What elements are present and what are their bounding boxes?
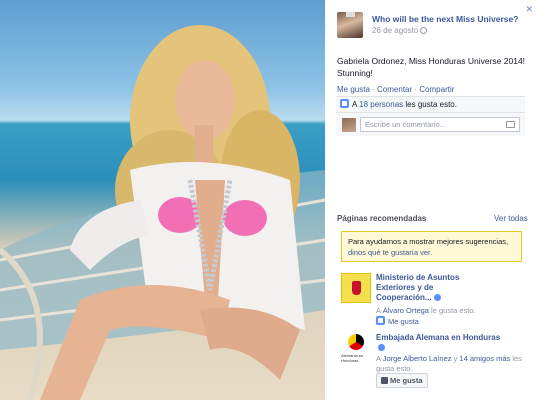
- like-link[interactable]: Me gusta: [337, 85, 370, 94]
- friends-suffix: le gusta esto.: [428, 306, 476, 315]
- post-date-text[interactable]: 26 de agosto: [372, 26, 418, 35]
- camera-icon[interactable]: [506, 121, 515, 128]
- comment-link[interactable]: Comentar: [377, 85, 412, 94]
- friends-more-link[interactable]: 14 amigos más: [459, 354, 510, 363]
- page-like-label[interactable]: Me gusta: [388, 317, 419, 326]
- page-avatar[interactable]: [337, 12, 363, 38]
- page-name[interactable]: Ministerio de Asuntos Exteriores y de Co…: [376, 273, 486, 303]
- page-friends-text: A Jorge Alberto Laínez y 14 amigos más l…: [376, 354, 526, 374]
- page-logo[interactable]: Alemania en Honduras: [341, 333, 371, 363]
- page-logo[interactable]: [341, 273, 371, 303]
- see-all-link[interactable]: Ver todas: [494, 214, 528, 223]
- friends-prefix: A: [376, 306, 383, 315]
- post-photo[interactable]: [0, 0, 325, 400]
- friend-link[interactable]: Jorge Alberto Laínez: [383, 354, 452, 363]
- friends-prefix: A: [376, 354, 383, 363]
- page-like-button[interactable]: Me gusta: [376, 373, 428, 388]
- comment-row: Escribe un comentario...: [336, 112, 525, 136]
- photo-illustration: [0, 25, 325, 400]
- globe-icon: [420, 27, 428, 34]
- suggestions-notice: Para ayudarnos a mostrar mejores sugeren…: [341, 231, 522, 262]
- page-friends-text: A Álvaro Ortega le gusta esto.: [376, 306, 526, 315]
- user-avatar: [342, 118, 356, 132]
- page-name-link[interactable]: Who will be the next Miss Universe?: [372, 14, 539, 24]
- friend-link[interactable]: Álvaro Ortega: [383, 306, 429, 315]
- post-date[interactable]: 26 de agosto: [372, 26, 428, 35]
- page-name-text[interactable]: Embajada Alemana en Honduras: [376, 333, 500, 342]
- like-thumb-icon: [340, 99, 349, 108]
- verified-icon: [378, 344, 385, 351]
- page-like-link[interactable]: Me gusta: [376, 316, 419, 326]
- like-thumb-icon: [381, 377, 388, 384]
- page-name[interactable]: Embajada Alemana en Honduras: [376, 333, 506, 353]
- logo-text: Alemania en Honduras: [341, 353, 364, 363]
- likes-count-link[interactable]: 18 personas: [359, 100, 403, 109]
- like-thumb-icon: [376, 316, 385, 325]
- flag-circle-icon: [348, 334, 364, 350]
- likes-comments-box: A 18 personas les gusta esto. Escribe un…: [336, 96, 525, 136]
- notice-link[interactable]: dinos qué te gustaría ver.: [348, 248, 432, 257]
- notice-text: Para ayudarnos a mostrar mejores sugeren…: [348, 237, 509, 246]
- post-actions: Me gusta · Comentar · Compartir: [337, 85, 454, 94]
- page-like-button-label: Me gusta: [390, 376, 423, 385]
- recommended-pages-title: Páginas recomendadas: [337, 214, 427, 223]
- page-name-text[interactable]: Ministerio de Asuntos Exteriores y de Co…: [376, 273, 459, 302]
- post-text: Gabriela Ordonez, Miss Honduras Universe…: [337, 56, 526, 78]
- share-link[interactable]: Compartir: [419, 85, 454, 94]
- verified-icon: [433, 294, 441, 301]
- likes-summary: A 18 personas les gusta esto.: [336, 97, 525, 112]
- comment-placeholder: Escribe un comentario...: [365, 120, 446, 129]
- likes-suffix: les gusta esto.: [403, 100, 457, 109]
- comment-input[interactable]: Escribe un comentario...: [360, 117, 520, 132]
